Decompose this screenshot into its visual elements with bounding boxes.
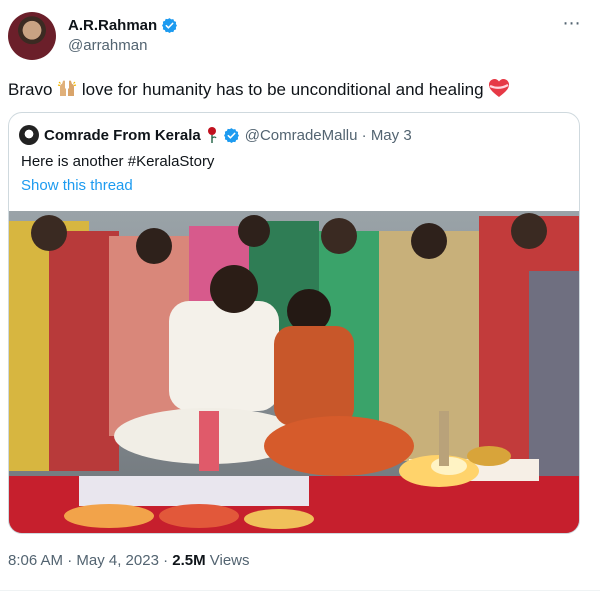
heart-with-ribbon-icon [489, 79, 510, 97]
quoted-handle-date[interactable]: @ComradeMallu · May 3 [245, 127, 412, 144]
author-display-name[interactable]: A.R.Rahman [68, 17, 157, 34]
tweet-meta: 8:06 AM · May 4, 2023 · 2.5M Views [8, 552, 250, 569]
quoted-header: Comrade From Kerala @ComradeMallu · May … [19, 125, 412, 145]
rose-icon [207, 127, 217, 143]
divider [0, 590, 600, 591]
show-thread-link[interactable]: Show this thread [21, 177, 133, 194]
quoted-verified-badge-icon [223, 127, 239, 143]
tweet-text-start: Bravo [8, 80, 53, 99]
quoted-display-name[interactable]: Comrade From Kerala [44, 127, 201, 144]
verified-badge-icon [162, 17, 178, 33]
views-label: Views [205, 552, 250, 569]
raised-hands-icon [58, 80, 77, 96]
author-handle[interactable]: @arrahman [68, 37, 147, 54]
quoted-tweet-text: Here is another #KeralaStory [21, 153, 215, 170]
tweet-text-main: love for humanity has to be unconditiona… [81, 80, 484, 99]
tweet-timestamp[interactable]: 8:06 AM · May 4, 2023 · [8, 552, 172, 569]
quoted-tweet-card[interactable]: Comrade From Kerala @ComradeMallu · May … [8, 112, 580, 534]
quoted-author-avatar[interactable] [19, 125, 39, 145]
author-name-line: A.R.Rahman [68, 15, 178, 35]
more-options-icon[interactable]: ⋯ [556, 14, 588, 36]
author-avatar[interactable] [8, 12, 56, 60]
views-count: 2.5M [172, 552, 206, 569]
quoted-media-image[interactable] [9, 211, 579, 533]
wedding-photo [9, 211, 579, 533]
tweet-text: Bravo love for humanity has to be uncond… [8, 78, 510, 102]
